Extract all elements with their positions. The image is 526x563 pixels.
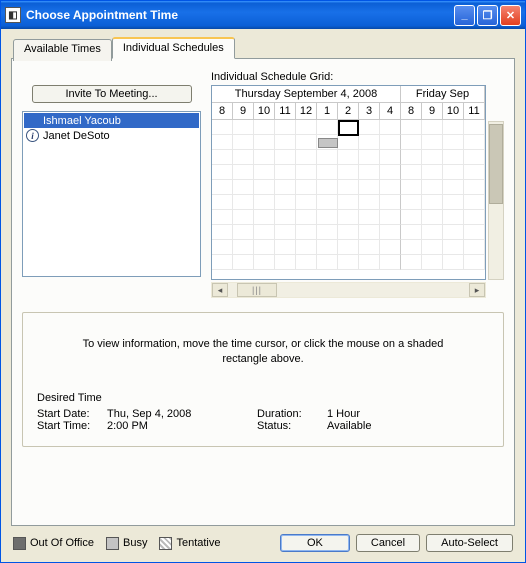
busy-block[interactable]	[318, 138, 338, 148]
ok-button[interactable]: OK	[280, 534, 350, 552]
hour-cell: 11	[464, 103, 485, 119]
hour-cell: 8	[212, 103, 233, 119]
window-title: Choose Appointment Time	[26, 8, 454, 22]
info-panel: To view information, move the time curso…	[22, 312, 504, 447]
day-header-thu: Thursday September 4, 2008	[212, 86, 401, 102]
hour-cell: 10	[443, 103, 464, 119]
list-item[interactable]: i Janet DeSoto	[24, 128, 199, 143]
legend-tentative: Tentative	[176, 537, 220, 549]
info-icon: i	[26, 129, 39, 142]
start-time-label: Start Time:	[37, 420, 107, 432]
scroll-thumb[interactable]	[489, 124, 503, 204]
person-name: Janet DeSoto	[43, 130, 110, 142]
hour-cell: 1	[317, 103, 338, 119]
hour-cell: 9	[233, 103, 254, 119]
auto-select-button[interactable]: Auto-Select	[426, 534, 513, 552]
hour-cell: 9	[422, 103, 443, 119]
titlebar[interactable]: ◧ Choose Appointment Time _ ❐ ✕	[1, 1, 525, 29]
list-item[interactable]: Ishmael Yacoub	[24, 113, 199, 128]
status-value: Available	[327, 420, 371, 432]
minimize-button[interactable]: _	[454, 5, 475, 26]
day-header-fri: Friday Sep	[401, 86, 485, 102]
hour-cell: 3	[359, 103, 380, 119]
vertical-scrollbar[interactable]	[488, 121, 504, 280]
swatch-busy	[106, 537, 119, 550]
hour-cell: 10	[254, 103, 275, 119]
blank-icon	[26, 114, 39, 127]
person-name: Ishmael Yacoub	[43, 115, 121, 127]
maximize-button[interactable]: ❐	[477, 5, 498, 26]
duration-value: 1 Hour	[327, 408, 371, 420]
hour-cell: 8	[401, 103, 422, 119]
horizontal-scrollbar[interactable]: ◂ ||| ▸	[211, 282, 486, 298]
tab-panel: Invite To Meeting... Ishmael Yacoub i Ja…	[11, 58, 515, 526]
tab-available-times[interactable]: Available Times	[13, 39, 112, 61]
duration-label: Duration:	[257, 408, 327, 420]
people-list[interactable]: Ishmael Yacoub i Janet DeSoto	[22, 111, 201, 277]
hour-cell: 4	[380, 103, 401, 119]
swatch-out-of-office	[13, 537, 26, 550]
hour-header-row: 8 9 10 11 12 1 2 3 4 8	[212, 103, 485, 120]
start-date-label: Start Date:	[37, 408, 107, 420]
swatch-tentative	[159, 537, 172, 550]
info-message: To view information, move the time curso…	[67, 337, 459, 368]
scroll-left-button[interactable]: ◂	[212, 283, 228, 297]
grid-body[interactable]	[212, 120, 485, 279]
hour-cell: 12	[296, 103, 317, 119]
invite-to-meeting-button[interactable]: Invite To Meeting...	[32, 85, 192, 103]
start-date-value: Thu, Sep 4, 2008	[107, 408, 257, 420]
legend-busy: Busy	[123, 537, 147, 549]
tabs: Available Times Individual Schedules	[11, 37, 515, 59]
hour-cell: 11	[275, 103, 296, 119]
hour-cell: 2	[338, 103, 359, 119]
app-icon: ◧	[5, 7, 21, 23]
legend-out-of-office: Out Of Office	[30, 537, 94, 549]
grid-label: Individual Schedule Grid:	[211, 71, 504, 83]
close-button[interactable]: ✕	[500, 5, 521, 26]
window: ◧ Choose Appointment Time _ ❐ ✕ Availabl…	[0, 0, 526, 563]
start-time-value: 2:00 PM	[107, 420, 257, 432]
legend-row: Out Of Office Busy Tentative OK Cancel A…	[11, 526, 515, 552]
tab-individual-schedules[interactable]: Individual Schedules	[112, 37, 235, 59]
status-label: Status:	[257, 420, 327, 432]
schedule-grid[interactable]: Thursday September 4, 2008 Friday Sep 8 …	[211, 85, 486, 280]
desired-time-title: Desired Time	[37, 392, 489, 404]
cancel-button[interactable]: Cancel	[356, 534, 420, 552]
scroll-right-button[interactable]: ▸	[469, 283, 485, 297]
scroll-thumb[interactable]: |||	[237, 283, 277, 297]
